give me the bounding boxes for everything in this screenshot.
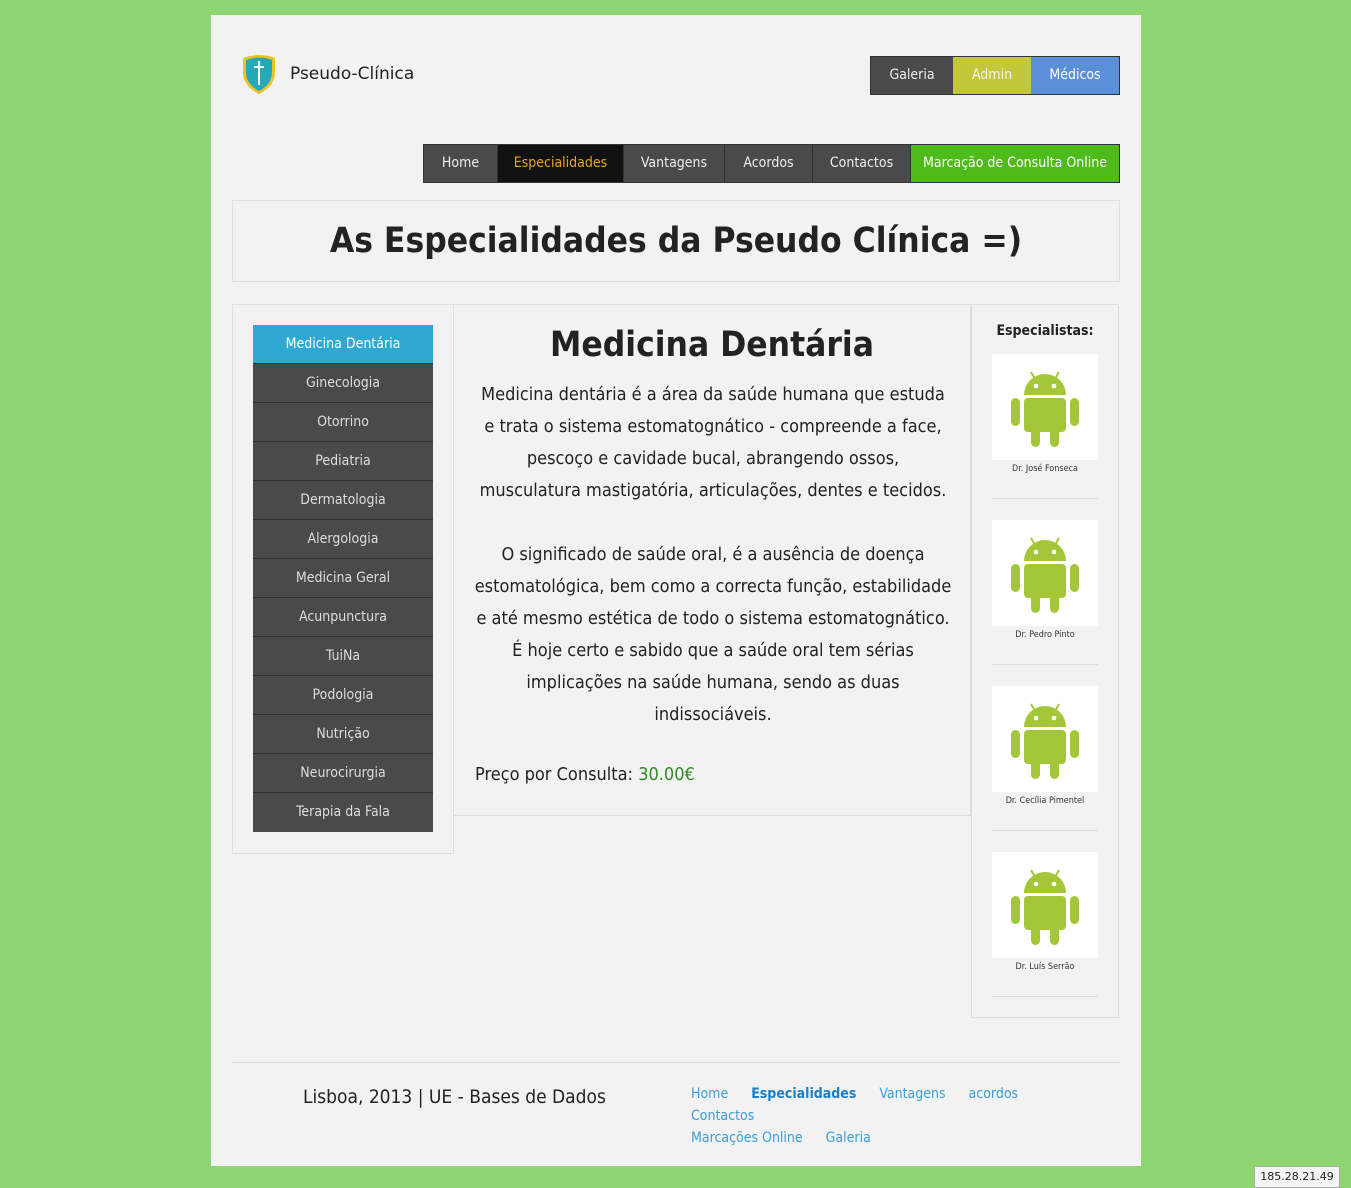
specialty-menu: Medicina Dentária Ginecologia Otorrino P… (253, 325, 433, 832)
footer-link-acordos[interactable]: acordos (969, 1086, 1019, 1102)
divider (992, 830, 1098, 831)
divider (992, 996, 1098, 997)
footer-copyright: Lisboa, 2013 | UE - Bases de Dados (303, 1086, 606, 1108)
doctor-photo (992, 520, 1098, 626)
footer-links: Home Especialidades Vantagens acordos Co… (691, 1083, 1091, 1149)
specialty-item-alergologia[interactable]: Alergologia (253, 520, 433, 559)
logo-text: Pseudo-Clínica (290, 64, 415, 84)
nav-vantagens[interactable]: Vantagens (624, 145, 725, 182)
android-icon (1011, 371, 1079, 447)
doctor-name: Dr. Luís Serrão (1015, 962, 1075, 972)
specialty-item-ginecologia[interactable]: Ginecologia (253, 364, 433, 403)
description-paragraph-2: O significado de saúde oral, é a ausênci… (474, 544, 952, 725)
nav-home[interactable]: Home (424, 145, 498, 182)
doctor-card[interactable]: Dr. Cecília Pimentel (992, 686, 1098, 806)
logo[interactable]: Pseudo-Clínica (241, 52, 414, 96)
specialty-item-neurocirurgia[interactable]: Neurocirurgia (253, 754, 433, 793)
price-line: Preço por Consulta: 30.00€ (475, 764, 695, 785)
divider (992, 664, 1098, 665)
footer-link-especialidades[interactable]: Especialidades (751, 1086, 856, 1102)
android-icon (1011, 869, 1079, 945)
doctor-card[interactable]: Dr. Luís Serrão (992, 852, 1098, 972)
specialty-item-nutricao[interactable]: Nutrição (253, 715, 433, 754)
doctor-name: Dr. José Fonseca (1011, 464, 1079, 474)
ip-address-badge: 185.28.21.49 (1254, 1166, 1340, 1188)
specialty-item-podologia[interactable]: Podologia (253, 676, 433, 715)
android-icon (1011, 537, 1079, 613)
nav-medicos[interactable]: Médicos (1031, 57, 1119, 94)
specialty-sidebar: Medicina Dentária Ginecologia Otorrino P… (232, 304, 454, 854)
specialty-item-acunpunctura[interactable]: Acunpunctura (253, 598, 433, 637)
footer-link-home[interactable]: Home (691, 1086, 728, 1102)
specialty-item-tuina[interactable]: TuiNa (253, 637, 433, 676)
specialty-item-dermatologia[interactable]: Dermatologia (253, 481, 433, 520)
specialists-panel: Especialistas: Dr. José Fonseca Dr. Pedr… (971, 304, 1119, 1018)
nav-marcacao-online[interactable]: Marcação de Consulta Online (911, 145, 1119, 182)
description-paragraph-1: Medicina dentária é a área da saúde huma… (479, 384, 947, 501)
specialty-title: Medicina Dentária (550, 325, 874, 365)
nav-contactos[interactable]: Contactos (813, 145, 911, 182)
specialty-item-otorrino[interactable]: Otorrino (253, 403, 433, 442)
shield-cross-icon (243, 55, 275, 94)
main-nav: Home Especialidades Vantagens Acordos Co… (423, 144, 1120, 183)
page-container: Pseudo-Clínica Galeria Admin Médicos Hom… (211, 15, 1141, 1166)
doctor-name: Dr. Pedro Pinto (1015, 630, 1075, 640)
specialists-title: Especialistas: (996, 323, 1094, 339)
nav-admin[interactable]: Admin (953, 57, 1031, 94)
divider (992, 498, 1098, 499)
price-label: Preço por Consulta: (475, 764, 634, 785)
doctor-name: Dr. Cecília Pimentel (1005, 796, 1085, 806)
footer-link-galeria[interactable]: Galeria (826, 1130, 871, 1146)
footer-divider (232, 1062, 1120, 1063)
footer-link-vantagens[interactable]: Vantagens (879, 1086, 945, 1102)
nav-especialidades[interactable]: Especialidades (498, 145, 624, 182)
specialty-content: Medicina Dentária Medicina dentária é a … (454, 304, 971, 816)
doctor-photo (992, 354, 1098, 460)
top-nav: Galeria Admin Médicos (870, 56, 1120, 95)
footer-link-contactos[interactable]: Contactos (691, 1108, 754, 1124)
specialty-description: Medicina dentária é a área da saúde huma… (474, 379, 952, 763)
doctor-card[interactable]: Dr. Pedro Pinto (992, 520, 1098, 640)
android-icon (1011, 703, 1079, 779)
footer-link-marcacoes-online[interactable]: Marcações Online (691, 1130, 803, 1146)
price-value: 30.00€ (638, 764, 695, 785)
doctor-photo (992, 686, 1098, 792)
nav-acordos[interactable]: Acordos (725, 145, 813, 182)
specialty-item-terapia-da-fala[interactable]: Terapia da Fala (253, 793, 433, 832)
nav-galeria[interactable]: Galeria (871, 57, 953, 94)
specialty-item-medicina-dentaria[interactable]: Medicina Dentária (253, 325, 433, 364)
doctor-photo (992, 852, 1098, 958)
specialty-item-medicina-geral[interactable]: Medicina Geral (253, 559, 433, 598)
specialty-item-pediatria[interactable]: Pediatria (253, 442, 433, 481)
page-title: As Especialidades da Pseudo Clínica =) (232, 200, 1120, 282)
doctor-card[interactable]: Dr. José Fonseca (992, 354, 1098, 474)
